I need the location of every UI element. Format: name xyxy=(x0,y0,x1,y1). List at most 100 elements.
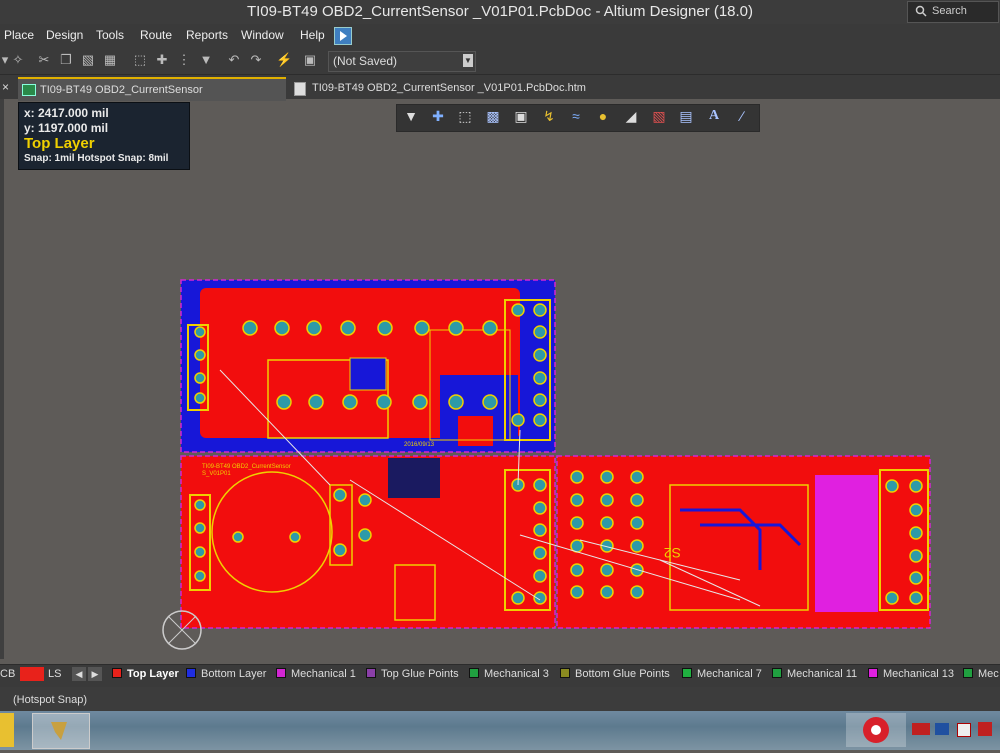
silk-designator: S2 xyxy=(664,545,681,561)
tray-network-icon[interactable] xyxy=(912,723,930,735)
layer-color-swatch xyxy=(469,668,479,678)
tray-flag-icon[interactable] xyxy=(957,723,971,737)
chevron-left-icon[interactable]: ◀ xyxy=(72,667,86,681)
taskbar-folder-icon[interactable] xyxy=(0,713,14,747)
menu-reports[interactable]: Reports xyxy=(186,28,228,42)
status-bar xyxy=(0,687,1000,711)
menu-route[interactable]: Route xyxy=(140,28,172,42)
rubber-stamp-icon[interactable]: ▦ xyxy=(102,52,118,68)
tab-htm[interactable]: TI09-BT49 OBD2_CurrentSensor _V01P01.Pcb… xyxy=(290,77,590,99)
menu-help[interactable]: Help xyxy=(300,28,325,42)
pad-icon[interactable]: ● xyxy=(594,107,612,125)
browse-icon[interactable]: ▣ xyxy=(302,52,318,68)
move-icon[interactable]: ✚ xyxy=(154,52,170,68)
layer-tab-label: Mechanical 13 xyxy=(883,668,954,680)
html-doc-icon xyxy=(294,82,306,96)
add-icon[interactable]: ✚ xyxy=(429,107,447,125)
chevron-down-icon: ▼ xyxy=(463,54,473,67)
altium-logo-icon xyxy=(51,722,67,740)
text-icon[interactable]: A xyxy=(705,107,723,125)
polygon-icon[interactable]: ◢ xyxy=(622,107,640,125)
menu-place[interactable]: Place xyxy=(4,28,34,42)
layer-tab-mechanical-13[interactable]: Mechanical 13 xyxy=(868,668,954,680)
diff-pair-icon[interactable]: ≈ xyxy=(567,107,585,125)
layer-color-swatch xyxy=(366,668,376,678)
heads-up-display: x: 2417.000 mil y: 1197.000 mil Top Laye… xyxy=(18,102,190,170)
tray-mail-icon[interactable] xyxy=(978,722,992,736)
select-rect-icon[interactable]: ⬚ xyxy=(456,107,474,125)
state-value: (Not Saved) xyxy=(333,54,398,68)
layer-tab-top-glue[interactable]: Top Glue Points xyxy=(366,668,459,680)
layer-tab-mechanical-1[interactable]: Mechanical 1 xyxy=(276,668,356,680)
filter-icon[interactable]: ▼ xyxy=(402,107,420,125)
left-panel-edge xyxy=(0,99,4,659)
search-input[interactable]: Search xyxy=(907,1,999,23)
layer-tab-label: Mechanical 11 xyxy=(787,668,858,680)
tab-htm-label: TI09-BT49 OBD2_CurrentSensor _V01P01.Pcb… xyxy=(312,82,586,94)
dimension-icon[interactable]: ▤ xyxy=(677,107,695,125)
align-icon[interactable]: ⋮ xyxy=(176,52,192,68)
select-area-icon[interactable]: ⬚ xyxy=(132,52,148,68)
window-title: TI09-BT49 OBD2_CurrentSensor _V01P01.Pcb… xyxy=(246,3,754,20)
state-select[interactable]: (Not Saved) ▼ xyxy=(328,51,476,72)
align-icon[interactable]: ▩ xyxy=(484,107,502,125)
menu-tools[interactable]: Tools xyxy=(96,28,124,42)
layer-tab-label: Top Layer xyxy=(127,668,179,680)
taskbar-altium-button[interactable] xyxy=(32,713,90,749)
layer-tab-label: Mechanical 1 xyxy=(291,668,356,680)
menu-window[interactable]: Window xyxy=(241,28,284,42)
close-icon[interactable]: × xyxy=(2,80,9,94)
route-icon[interactable]: ↯ xyxy=(540,107,558,125)
play-icon[interactable] xyxy=(334,27,352,45)
layer-prefix: CB xyxy=(0,668,16,680)
board-bottom-left-section xyxy=(162,455,556,650)
app-gear-icon xyxy=(863,717,889,743)
board-top-section xyxy=(180,279,556,453)
hud-current-layer: Top Layer xyxy=(24,135,95,152)
menu-design[interactable]: Design xyxy=(46,28,83,42)
layer-tab-bottom[interactable]: Bottom Layer xyxy=(186,668,266,680)
layer-tab-mechanical-7[interactable]: Mechanical 7 xyxy=(682,668,762,680)
layer-tab-label: Mechanical 3 xyxy=(484,668,549,680)
layer-tab-top[interactable]: Top Layer xyxy=(112,668,179,680)
layer-tab-more[interactable]: Mec xyxy=(963,668,999,680)
component-icon[interactable]: ▣ xyxy=(512,107,530,125)
taskbar-app-button[interactable] xyxy=(846,713,906,747)
hud-snap-info: Snap: 1mil Hotspot Snap: 8mil xyxy=(24,153,169,164)
keepout-icon[interactable]: ▧ xyxy=(650,107,668,125)
hud-y-coordinate: y: 1197.000 mil xyxy=(24,121,109,135)
redo-icon[interactable]: ↷ xyxy=(248,52,264,68)
layer-color-swatch xyxy=(560,668,570,678)
silk-label-main: TI09-BT49 OBD2_CurrentSensor xyxy=(202,464,291,470)
tray-display-icon[interactable] xyxy=(935,723,949,735)
chevron-right-icon[interactable]: ▶ xyxy=(88,667,102,681)
layer-tab-label: Mechanical 7 xyxy=(697,668,762,680)
search-icon xyxy=(915,5,927,17)
paste-icon[interactable]: ▧ xyxy=(80,52,96,68)
filter-clear-icon[interactable]: ▼ xyxy=(198,52,214,68)
undo-icon[interactable]: ↶ xyxy=(226,52,242,68)
layer-color-swatch xyxy=(868,668,878,678)
layer-set-button[interactable]: LS xyxy=(48,668,61,680)
line-icon[interactable]: ∕ xyxy=(733,107,751,125)
taskbar xyxy=(0,711,1000,750)
copy-icon[interactable]: ❐ xyxy=(58,52,74,68)
layer-color-swatch xyxy=(963,668,973,678)
crossprobe-icon[interactable]: ⚡ xyxy=(276,52,292,68)
layer-color-swatch xyxy=(682,668,692,678)
layer-tab-bottom-glue[interactable]: Bottom Glue Points xyxy=(560,668,670,680)
layer-color-swatch xyxy=(112,668,122,678)
pcb-board-view[interactable]: 2016/09/13 TI09-BT49 OBD2_CurrentSensor … xyxy=(140,270,960,650)
layer-tab-label: Top Glue Points xyxy=(381,668,459,680)
wand-icon[interactable]: ✧ xyxy=(10,52,26,68)
pcb-doc-icon xyxy=(22,84,36,96)
tab-pcbdoc[interactable]: TI09-BT49 OBD2_CurrentSensor _V01P01.Pcb… xyxy=(18,77,286,118)
status-text: (Hotspot Snap) xyxy=(13,694,87,706)
silk-date: 2016/09/13 xyxy=(404,442,435,448)
current-layer-swatch[interactable] xyxy=(20,667,44,681)
cut-icon[interactable]: ✂ xyxy=(36,52,52,68)
layer-tab-mechanical-3[interactable]: Mechanical 3 xyxy=(469,668,549,680)
layer-tab-mechanical-11[interactable]: Mechanical 11 xyxy=(772,668,857,680)
toolbar xyxy=(0,46,1000,75)
board-bottom-right-section xyxy=(556,455,931,629)
